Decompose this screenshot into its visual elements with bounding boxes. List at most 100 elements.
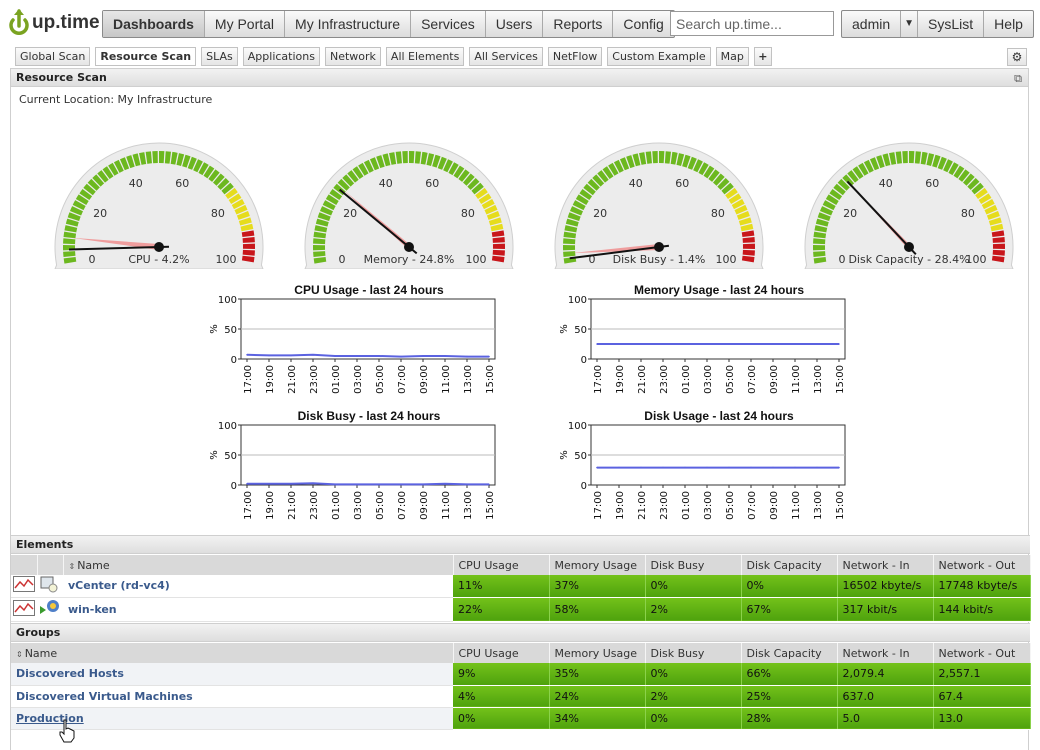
gear-icon[interactable]: ⚙	[1007, 48, 1027, 66]
tab-all-services[interactable]: All Services	[469, 47, 543, 66]
data-point	[618, 466, 620, 469]
group-link[interactable]: Discovered Virtual Machines	[16, 690, 193, 703]
nav-services[interactable]: Services	[410, 11, 485, 37]
col-memory[interactable]: Memory Usage	[549, 555, 646, 575]
col-cpu[interactable]: CPU Usage	[453, 643, 550, 663]
col-name[interactable]: ⇕ Name	[63, 555, 454, 575]
x-tick-label: 01:00	[681, 491, 692, 520]
y-tick-label: 50	[224, 325, 237, 336]
x-tick-label: 21:00	[287, 491, 298, 520]
gauge-hub	[404, 242, 414, 252]
help-button[interactable]: Help	[983, 11, 1033, 37]
data-point	[816, 466, 818, 469]
data-point	[728, 343, 730, 345]
data-point	[596, 343, 598, 345]
gauge-label: Disk Capacity - 28.4%	[848, 253, 969, 266]
main-nav: Dashboards My Portal My Infrastructure S…	[102, 10, 675, 38]
chevron-down-icon[interactable]: ▼	[900, 11, 917, 37]
logo[interactable]: up.time	[8, 7, 100, 39]
col-disk-capacity[interactable]: Disk Capacity	[741, 555, 838, 575]
tab-map[interactable]: Map	[715, 47, 749, 66]
y-tick-label: 100	[218, 421, 237, 432]
power-icon	[9, 9, 29, 36]
windows-vm-icon	[39, 598, 61, 621]
graph-icon[interactable]	[13, 599, 35, 619]
x-tick-label: 15:00	[485, 365, 496, 394]
col-memory[interactable]: Memory Usage	[549, 643, 646, 663]
col-cpu[interactable]: CPU Usage	[453, 555, 550, 575]
x-tick-label: 07:00	[397, 491, 408, 520]
col-disk-capacity[interactable]: Disk Capacity	[741, 643, 838, 663]
tab-resource-scan[interactable]: Resource Scan	[95, 47, 197, 66]
tab-all-elements[interactable]: All Elements	[385, 47, 465, 66]
gauge-label: Disk Busy - 1.4%	[613, 253, 706, 266]
panel-header: Resource Scan ⧉	[11, 69, 1028, 87]
data-point	[422, 355, 424, 357]
gauge-tick-label: 0	[839, 253, 846, 266]
x-tick-label: 01:00	[331, 491, 342, 520]
search-input[interactable]	[670, 11, 834, 36]
nav-reports[interactable]: Reports	[542, 11, 612, 37]
logo-text: up.time	[32, 12, 100, 33]
col-name[interactable]: ⇕ Name	[11, 643, 454, 663]
x-tick-label: 11:00	[441, 491, 452, 520]
col-disk-busy[interactable]: Disk Busy	[645, 555, 742, 575]
group-link[interactable]: Discovered Hosts	[16, 667, 124, 680]
popout-icon[interactable]: ⧉	[1014, 70, 1022, 87]
tab-netflow[interactable]: NetFlow	[547, 47, 603, 66]
gauge-hub	[904, 242, 914, 252]
add-tab-button[interactable]: +	[753, 47, 772, 66]
syslist-button[interactable]: SysList	[917, 11, 983, 37]
col-network-in[interactable]: Network - In	[837, 555, 934, 575]
tab-applications[interactable]: Applications	[242, 47, 320, 66]
gauge-band-segment	[152, 151, 158, 164]
data-point	[662, 343, 664, 345]
gauge-tick-label: 20	[593, 207, 607, 220]
x-tick-label: 01:00	[681, 365, 692, 394]
graph-icon[interactable]	[13, 576, 35, 595]
element-link[interactable]: win-ken	[68, 603, 117, 616]
y-tick-label: 0	[581, 481, 587, 492]
col-disk-busy[interactable]: Disk Busy	[645, 643, 742, 663]
x-tick-label: 21:00	[287, 365, 298, 394]
x-tick-label: 05:00	[375, 491, 386, 520]
nav-config[interactable]: Config	[612, 11, 673, 37]
data-point	[488, 355, 490, 358]
col-network-out[interactable]: Network - Out	[933, 643, 1031, 663]
nav-my-infrastructure[interactable]: My Infrastructure	[284, 11, 410, 37]
gauge-disk-capacity: 0 20 40 60 80 100 Disk Capacity - 28.4%	[799, 129, 1019, 270]
user-menu-button[interactable]: admin	[842, 11, 900, 37]
table-row: Discovered Hosts 9% 35% 0% 66% 2,079.4 2…	[11, 663, 1031, 686]
user-nav: admin ▼ SysList Help	[841, 10, 1034, 38]
data-point	[356, 355, 358, 357]
dashboard-tabs: Global Scan Resource Scan SLAs Applicati…	[15, 47, 772, 66]
gauge-tick-label: 0	[89, 253, 96, 266]
tab-network[interactable]: Network	[324, 47, 381, 66]
gauge-tick-label: 60	[425, 177, 439, 190]
y-tick-label: 100	[218, 295, 237, 306]
gauge-memory: 0 20 40 60 80 100 Memory - 24.8%	[299, 129, 519, 270]
tab-global-scan[interactable]: Global Scan	[15, 47, 91, 66]
tab-custom-example[interactable]: Custom Example	[607, 47, 711, 66]
nav-users[interactable]: Users	[484, 11, 543, 37]
x-tick-label: 13:00	[813, 365, 824, 394]
col-network-out[interactable]: Network - Out	[933, 555, 1031, 575]
x-tick-label: 13:00	[463, 491, 474, 520]
data-point	[794, 343, 796, 345]
gauge-dial: 0 20 40 60 80 100 CPU - 4.2%	[54, 142, 264, 270]
gauge-dial: 02040 6080100Disk Busy - 1.4%	[554, 142, 764, 270]
tab-slas[interactable]: SLAs	[201, 47, 238, 66]
nav-dashboards[interactable]: Dashboards	[103, 11, 204, 37]
gauge-band-segment	[742, 243, 755, 250]
x-tick-label: 19:00	[265, 491, 276, 520]
data-point	[838, 343, 840, 345]
nav-my-portal[interactable]: My Portal	[203, 11, 284, 37]
gauge-tick-label: 20	[93, 207, 107, 220]
col-network-in[interactable]: Network - In	[837, 643, 934, 663]
x-tick-label: 07:00	[747, 365, 758, 394]
gauge-band-segment	[402, 151, 408, 164]
x-tick-label: 11:00	[791, 491, 802, 520]
top-bar: up.time Dashboards My Portal My Infrastr…	[0, 0, 1040, 44]
element-link[interactable]: vCenter (rd-vc4)	[68, 579, 170, 592]
gauge-band-segment	[659, 151, 665, 164]
